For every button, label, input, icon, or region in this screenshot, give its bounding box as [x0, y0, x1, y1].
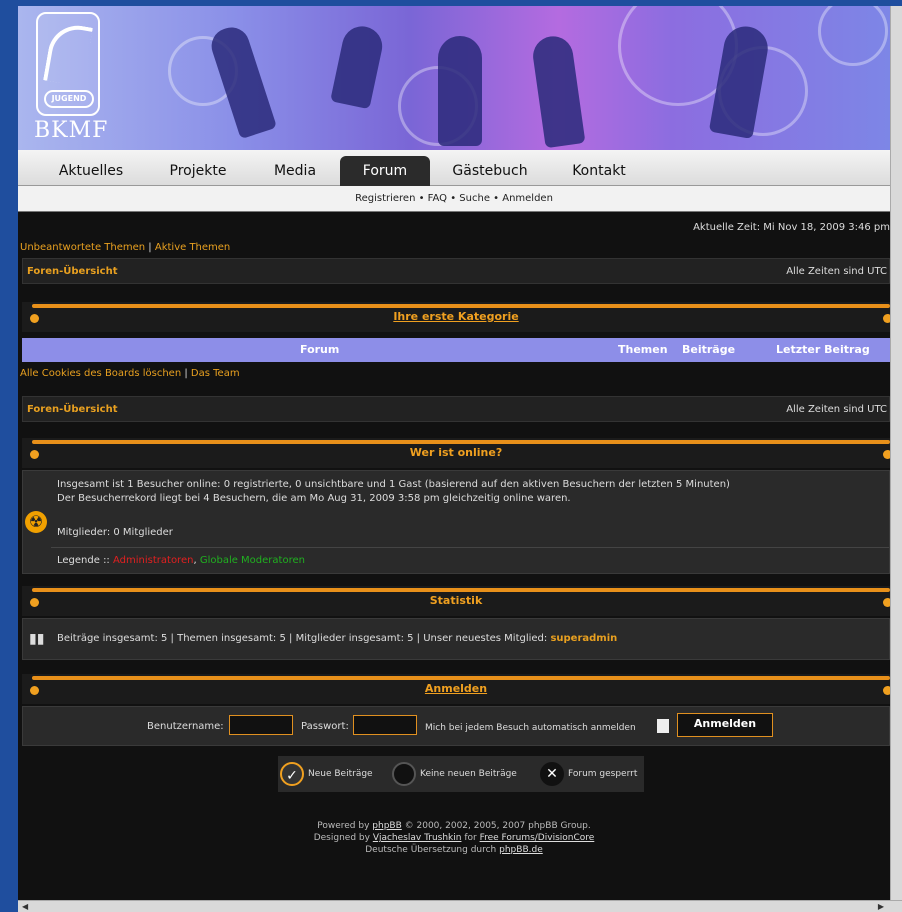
designer-link[interactable]: Vjacheslav Trushkin [373, 833, 462, 843]
unanswered-topics-link[interactable]: Unbeantwortete Themen [20, 242, 145, 253]
footer-text: Deutsche Übersetzung durch [365, 845, 497, 855]
locked-icon: ✕ [540, 762, 564, 786]
player-silhouette [530, 33, 586, 149]
quick-links: Unbeantwortete Themen | Aktive Themen [20, 242, 230, 253]
nav-tab-projekte[interactable]: Projekte [158, 156, 238, 186]
username-input[interactable] [229, 715, 293, 735]
online-members: Mitglieder: 0 Mitglieder [57, 527, 173, 538]
timezone-info: Alle Zeiten sind UTC [786, 404, 887, 415]
decor-circle [818, 6, 888, 66]
stats-panel: ▮▮ Beiträge insgesamt: 5 | Themen insges… [22, 618, 890, 660]
main-navigation: Aktuelles Projekte Media Forum Gästebuch… [18, 150, 890, 186]
col-posts: Beiträge [682, 343, 736, 356]
login-panel: Benutzername: Passwort: Mich bei jedem B… [22, 706, 890, 746]
logo-badge: JUGEND [44, 90, 94, 108]
breadcrumb-bar: Foren-Übersicht Alle Zeiten sind UTC [22, 258, 890, 284]
site-header-banner: JUGEND BKMF [18, 6, 890, 150]
nav-tab-aktuelles[interactable]: Aktuelles [48, 156, 134, 186]
site-brand[interactable]: BKMF [34, 118, 108, 143]
legend-global-mods[interactable]: Globale Moderatoren [200, 555, 305, 566]
online-accent-line [32, 440, 890, 444]
team-link[interactable]: Das Team [191, 368, 240, 379]
category-header: Ihre erste Kategorie [22, 302, 890, 332]
no-new-posts-label: Keine neuen Beiträge [420, 769, 517, 779]
nav-tab-media[interactable]: Media [258, 156, 332, 186]
breadcrumb-forum-index[interactable]: Foren-Übersicht [27, 404, 117, 415]
visitor-record: Der Besucherrekord liegt bei 4 Besuchern… [57, 493, 571, 504]
radiation-icon: ☢ [25, 511, 47, 533]
page-footer: Powered by phpBB © 2000, 2002, 2005, 200… [18, 820, 890, 856]
newest-member-link[interactable]: superadmin [550, 633, 617, 644]
password-label: Passwort: [301, 721, 349, 732]
current-time: Aktuelle Zeit: Mi Nov 18, 2009 3:46 pm [693, 222, 890, 233]
online-header: Wer ist online? [22, 438, 890, 468]
forum-subnav[interactable]: Registrieren • FAQ • Suche • Anmelden [18, 186, 890, 212]
forum-table-header: Forum Themen Beiträge Letzter Beitrag [22, 338, 890, 362]
timezone-info: Alle Zeiten sind UTC [786, 266, 887, 277]
login-title-link[interactable]: Anmelden [22, 682, 890, 695]
footer-text: © 2000, 2002, 2005, 2007 phpBB Group. [404, 821, 591, 831]
separator: | [148, 242, 152, 253]
footer-translation: Deutsche Übersetzung durch phpBB.de [18, 844, 890, 856]
phpbb-de-link[interactable]: phpBB.de [499, 845, 543, 855]
new-posts-label: Neue Beiträge [308, 769, 373, 779]
autologin-checkbox[interactable] [657, 719, 669, 733]
scroll-left-arrow-icon[interactable]: ◀ [22, 902, 28, 911]
breadcrumb-forum-index[interactable]: Foren-Übersicht [27, 266, 117, 277]
forum-icon-legend: ✓ Neue Beiträge Keine neuen Beiträge ✕ F… [278, 756, 644, 792]
footer-designed: Designed by Vjacheslav Trushkin for Free… [18, 832, 890, 844]
footer-text: for [464, 833, 477, 843]
horizontal-scrollbar[interactable]: ◀ ▶ [18, 900, 902, 912]
no-new-posts-icon [392, 762, 416, 786]
legend-label: Legende :: [57, 555, 110, 566]
phpbb-link[interactable]: phpBB [372, 821, 401, 831]
col-topics: Themen [618, 343, 668, 356]
legend-separator: , [193, 555, 197, 566]
new-posts-icon: ✓ [280, 762, 304, 786]
online-panel: ☢ Insgesamt ist 1 Besucher online: 0 reg… [22, 470, 890, 574]
autologin-label: Mich bei jedem Besuch automatisch anmeld… [425, 723, 636, 733]
username-label: Benutzername: [147, 721, 224, 732]
nav-tab-forum[interactable]: Forum [340, 156, 430, 186]
board-links: Alle Cookies des Boards löschen | Das Te… [20, 368, 240, 379]
scroll-right-arrow-icon[interactable]: ▶ [878, 902, 884, 911]
bar-chart-icon: ▮▮ [29, 631, 45, 647]
logo-swoosh [43, 20, 93, 88]
password-input[interactable] [353, 715, 417, 735]
separator: | [184, 368, 188, 379]
footer-text: Powered by [317, 821, 370, 831]
legend-admins[interactable]: Administratoren [113, 555, 193, 566]
category-title-link[interactable]: Ihre erste Kategorie [22, 310, 890, 323]
delete-cookies-link[interactable]: Alle Cookies des Boards löschen [20, 368, 181, 379]
player-silhouette [330, 22, 386, 110]
site-logo[interactable]: JUGEND [36, 12, 100, 116]
breadcrumb-bar-bottom: Foren-Übersicht Alle Zeiten sind UTC [22, 396, 890, 422]
stats-summary: Beiträge insgesamt: 5 | Themen insgesamt… [57, 633, 548, 644]
col-forum: Forum [300, 343, 340, 356]
online-legend: Legende :: Administratoren, Globale Mode… [57, 555, 305, 566]
col-last-post: Letzter Beitrag [776, 343, 870, 356]
online-summary: Insgesamt ist 1 Besucher online: 0 regis… [57, 479, 730, 490]
login-button[interactable]: Anmelden [677, 713, 773, 737]
nav-tab-kontakt[interactable]: Kontakt [558, 156, 640, 186]
online-title: Wer ist online? [409, 446, 503, 459]
login-accent-line [32, 676, 890, 680]
stats-title: Statistik [429, 594, 483, 607]
active-topics-link[interactable]: Aktive Themen [155, 242, 230, 253]
vertical-scrollbar[interactable] [890, 6, 902, 904]
locked-label: Forum gesperrt [568, 769, 638, 779]
player-silhouette [438, 36, 482, 146]
login-header: Anmelden [22, 674, 890, 704]
footer-powered: Powered by phpBB © 2000, 2002, 2005, 200… [18, 820, 890, 832]
divider [51, 547, 889, 548]
footer-text: Designed by [313, 833, 370, 843]
category-accent-line [32, 304, 890, 308]
browser-viewport: JUGEND BKMF Aktuelles Projekte Media For… [18, 6, 890, 904]
stats-header: Statistik [22, 586, 890, 616]
stats-text: Beiträge insgesamt: 5 | Themen insgesamt… [57, 633, 617, 644]
free-forums-link[interactable]: Free Forums/DivisionCore [480, 833, 595, 843]
stats-accent-line [32, 588, 890, 592]
nav-tab-gaestebuch[interactable]: Gästebuch [446, 156, 534, 186]
